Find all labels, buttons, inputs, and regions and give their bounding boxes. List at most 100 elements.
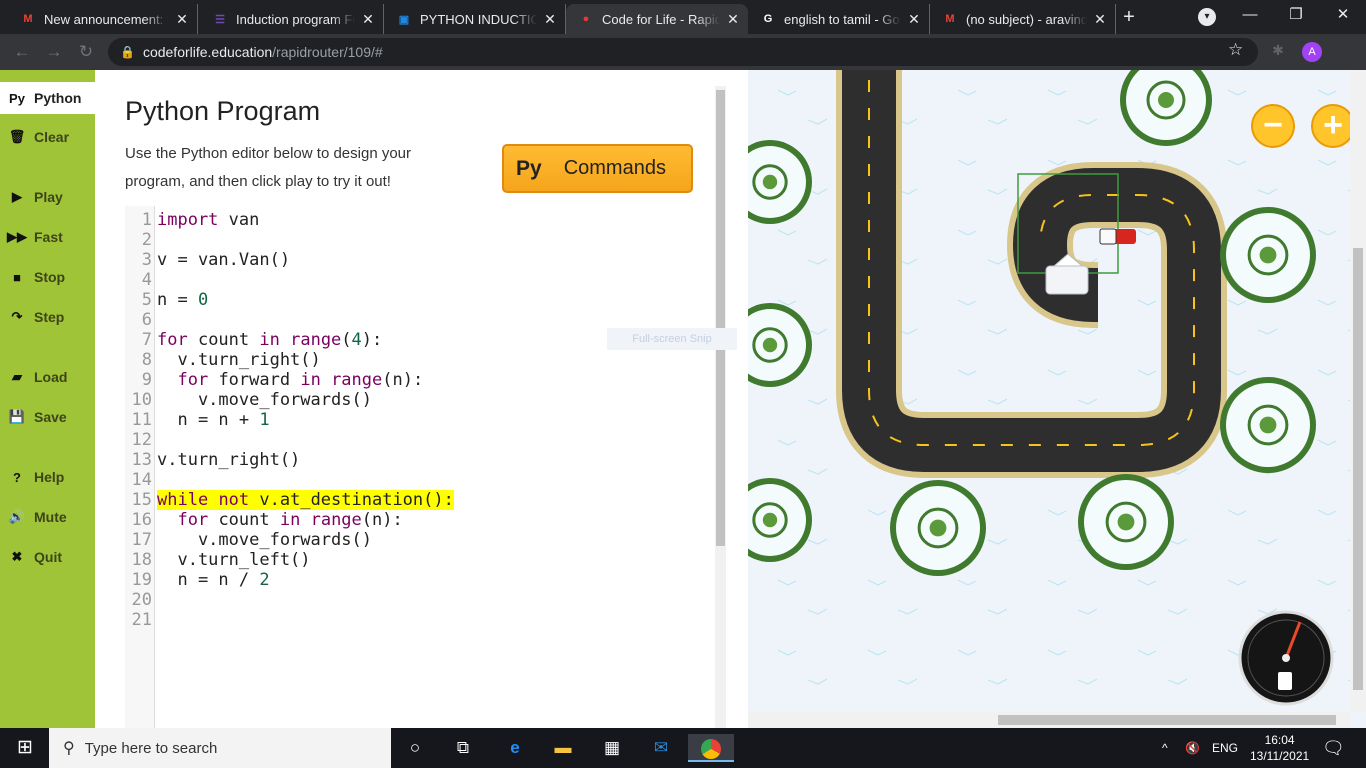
- language-indicator[interactable]: ENG: [1212, 728, 1238, 768]
- restore-button[interactable]: ❐: [1273, 0, 1319, 32]
- line-number: 18: [131, 550, 152, 570]
- editor-description: Use the Python editor below to design yo…: [125, 145, 412, 190]
- code-line[interactable]: 17 v.move_forwards(): [125, 530, 695, 550]
- stop-icon: ■: [13, 269, 21, 285]
- code-text: v.turn_left(): [157, 550, 311, 570]
- sidebar-item-load[interactable]: ▰ Load: [0, 362, 95, 392]
- code-line[interactable]: 11 n = n + 1: [125, 410, 695, 430]
- cortana-icon[interactable]: ○: [400, 734, 430, 762]
- code-line[interactable]: 10 v.move_forwards(): [125, 390, 695, 410]
- sidebar-item-clear[interactable]: 🗑 Clear: [0, 122, 95, 152]
- tab-search-button[interactable]: ▾: [1198, 8, 1216, 26]
- code-line[interactable]: 14: [125, 470, 695, 490]
- snow-tree-icon: [890, 480, 986, 576]
- code-line[interactable]: 18 v.turn_left(): [125, 550, 695, 570]
- gmail-icon: M: [23, 13, 33, 25]
- sidebar-item-step[interactable]: ↷ Step: [0, 302, 95, 332]
- scrollbar-thumb[interactable]: [716, 90, 725, 546]
- scrollbar-thumb[interactable]: [1353, 248, 1363, 690]
- mail-icon[interactable]: ✉: [646, 734, 676, 762]
- notifications-icon[interactable]: 🗨: [1322, 728, 1345, 768]
- bookmark-star-icon[interactable]: ☆: [1228, 40, 1243, 60]
- tab-2[interactable]: ☰ Induction program Fe ✕: [200, 4, 384, 34]
- code-line[interactable]: 6: [125, 310, 695, 330]
- scrollbar-thumb[interactable]: [998, 715, 1336, 725]
- tab-5[interactable]: Genglish to tamil - Goo ✕: [748, 4, 930, 34]
- sidebar-item-fast[interactable]: ▶▶ Fast: [0, 222, 95, 252]
- tab-close-icon[interactable]: ✕: [1093, 11, 1107, 28]
- taskbar-search[interactable]: ⚲ Type here to search: [49, 728, 391, 768]
- tab-3[interactable]: ▣ PYTHON INDUCTION ✕: [384, 4, 566, 34]
- sidebar-item-mute[interactable]: 🔊 Mute: [0, 502, 95, 532]
- code-line[interactable]: 1 import van: [125, 210, 695, 230]
- line-number: 15: [131, 490, 152, 510]
- game-vertical-scrollbar[interactable]: [1350, 70, 1366, 712]
- forward-icon[interactable]: →: [42, 40, 66, 64]
- sidebar-item-label: Quit: [34, 549, 62, 565]
- zoom-out-button[interactable]: −: [1251, 104, 1295, 148]
- van-icon: [1099, 228, 1136, 245]
- code-line[interactable]: 8 v.turn_right(): [125, 350, 695, 370]
- code-line[interactable]: 9 for forward in range(n):: [125, 370, 695, 390]
- play-icon: ▶: [12, 189, 22, 204]
- sidebar-item-python[interactable]: Py Python: [0, 82, 95, 114]
- code-line[interactable]: 19 n = n / 2: [125, 570, 695, 590]
- code-line[interactable]: 21: [125, 610, 695, 630]
- code-line[interactable]: 15 while not v.at_destination():: [125, 490, 695, 510]
- screen: { "browser": { "tabs": [ {"title": "New …: [0, 0, 1366, 768]
- tab-1[interactable]: M New announcement: " ✕: [8, 4, 198, 34]
- volume-muted-icon[interactable]: 🔇: [1185, 728, 1200, 768]
- line-number: 16: [131, 510, 152, 530]
- windows-start-icon[interactable]: ⊞: [10, 734, 40, 762]
- tab-close-icon[interactable]: ✕: [543, 11, 557, 28]
- sidebar-item-play[interactable]: ▶ Play: [0, 182, 95, 212]
- line-number: 19: [131, 570, 152, 590]
- page-title: Python Program: [125, 96, 321, 126]
- code-line[interactable]: 20: [125, 590, 695, 610]
- code-line[interactable]: 5n = 0: [125, 290, 695, 310]
- sidebar-item-quit[interactable]: ✖ Quit: [0, 542, 95, 572]
- chrome-icon[interactable]: [688, 734, 734, 762]
- sidebar-item-save[interactable]: 💾 Save: [0, 402, 95, 432]
- minimize-button[interactable]: —: [1227, 0, 1273, 32]
- tab-close-icon[interactable]: ✕: [907, 11, 921, 28]
- extension-icon[interactable]: ✱: [1268, 42, 1288, 62]
- tab-6[interactable]: M (no subject) - aravind. ✕: [930, 4, 1116, 34]
- reload-icon[interactable]: ↻: [74, 40, 98, 64]
- code-line[interactable]: 4: [125, 270, 695, 290]
- file-explorer-icon[interactable]: ▬: [548, 734, 578, 762]
- folder-icon: ▰: [12, 369, 22, 384]
- zoom-in-button[interactable]: +: [1311, 104, 1355, 148]
- sidebar-item-stop[interactable]: ■ Stop: [0, 262, 95, 292]
- tab-close-icon[interactable]: ✕: [726, 11, 740, 28]
- lock-icon: 🔒: [120, 45, 135, 59]
- rapid-router-app: Py Python 🗑 Clear ▶ Play ▶▶ Fast ■ Stop ↷ Step ▰ Lo…: [0, 70, 1366, 728]
- edge-icon[interactable]: e: [500, 734, 530, 762]
- window-close-button[interactable]: ✕: [1320, 0, 1366, 32]
- code-line[interactable]: 12: [125, 430, 695, 450]
- address-bar[interactable]: 🔒 codeforlife.education/rapidrouter/109/…: [108, 38, 1258, 66]
- code-text: v.turn_right(): [157, 450, 301, 470]
- editor-scrollbar[interactable]: [715, 86, 726, 728]
- close-icon: ✖: [11, 549, 23, 564]
- sidebar-item-label: Fast: [34, 229, 63, 245]
- code-line[interactable]: 16 for count in range(n):: [125, 510, 695, 530]
- tab-4[interactable]: ● Code for Life - Rapid R ✕: [566, 4, 748, 34]
- code-line[interactable]: 3v = van.Van(): [125, 250, 695, 270]
- tab-close-icon[interactable]: ✕: [175, 11, 189, 28]
- new-tab-button[interactable]: +: [1117, 6, 1141, 30]
- game-board[interactable]: − +: [748, 70, 1366, 728]
- back-icon[interactable]: ←: [10, 40, 34, 64]
- code-editor[interactable]: 1 import van 2 3 v = van.Van() 4 5 n = 0 6 7 for c…: [125, 206, 695, 728]
- show-hidden-icons[interactable]: ^: [1162, 728, 1168, 768]
- code-line[interactable]: 2: [125, 230, 695, 250]
- commands-button[interactable]: Py Commands: [502, 144, 693, 193]
- task-view-icon[interactable]: ⧉: [448, 734, 478, 762]
- tab-close-icon[interactable]: ✕: [361, 11, 375, 28]
- code-line[interactable]: 13 v.turn_right(): [125, 450, 695, 470]
- game-horizontal-scrollbar[interactable]: [748, 712, 1350, 728]
- sidebar-item-help[interactable]: ? Help: [0, 462, 95, 492]
- clock[interactable]: 16:04 13/11/2021: [1250, 728, 1309, 768]
- profile-avatar[interactable]: A: [1302, 42, 1322, 62]
- store-icon[interactable]: ▦: [597, 734, 627, 762]
